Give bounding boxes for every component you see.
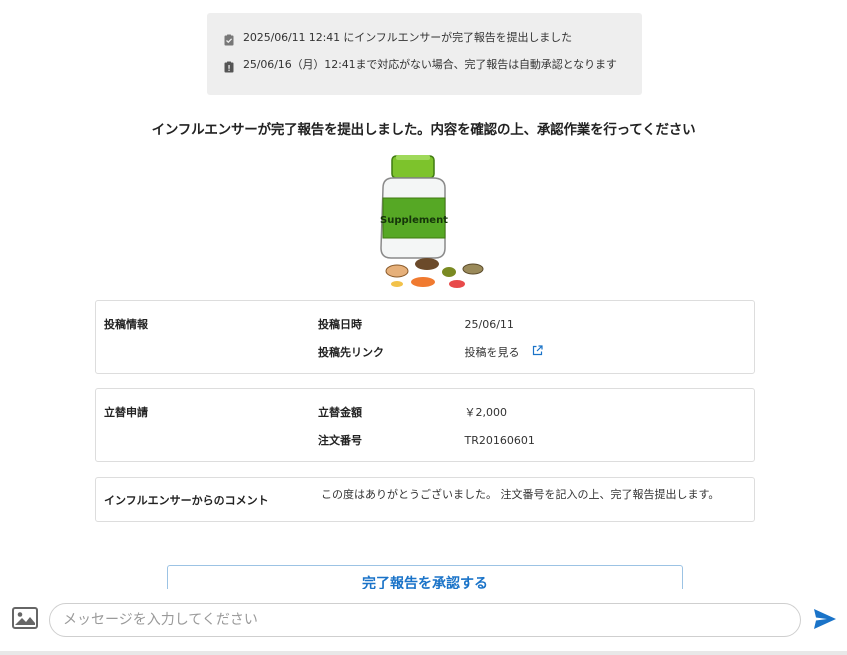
comment-title: インフルエンサーからのコメント <box>104 494 269 507</box>
clipboard-check-icon <box>223 31 235 46</box>
post-date-value: 25/06/11 <box>464 318 514 331</box>
post-date-label: 投稿日時 <box>318 318 362 331</box>
external-link-icon[interactable] <box>532 345 543 356</box>
view-post-link-text[interactable]: 投稿を見る <box>465 346 520 359</box>
send-icon[interactable] <box>813 608 837 630</box>
post-info-title: 投稿情報 <box>104 318 148 331</box>
report-page: 2025/06/11 12:41 にインフルエンサーが完了報告を提出しました 2… <box>0 0 847 655</box>
order-row: 注文番号 TR20160601 <box>318 432 535 447</box>
image-upload-icon[interactable] <box>12 607 38 629</box>
approve-report-button[interactable]: 完了報告を承認する <box>167 565 683 592</box>
status-notice: 2025/06/11 12:41 にインフルエンサーが完了報告を提出しました 2… <box>207 13 642 95</box>
bottom-divider <box>0 651 847 655</box>
comment-text: この度はありがとうございました。 注文番号を記入の上、完了報告提出します。 <box>321 488 720 501</box>
post-link-label: 投稿先リンク <box>318 346 384 359</box>
view-post-link[interactable]: 投稿を見る <box>465 344 544 360</box>
post-info-card: 投稿情報 投稿日時 25/06/11 投稿先リンク 投稿を見る <box>95 300 755 374</box>
deadline-text: 25/06/16（月）12:41まで対応がない場合、完了報告は自動承認となります <box>243 58 617 71</box>
bottle-label: Supplement <box>380 215 448 226</box>
order-value: TR20160601 <box>464 434 535 447</box>
deadline-notice: 25/06/16（月）12:41まで対応がない場合、完了報告は自動承認となります <box>223 57 642 73</box>
amount-value: ￥2,000 <box>464 406 508 419</box>
reimbursement-title: 立替申請 <box>104 406 148 419</box>
post-link-row: 投稿先リンク 投稿を見る <box>318 344 544 360</box>
order-label: 注文番号 <box>318 434 362 447</box>
amount-label: 立替金額 <box>318 406 362 419</box>
message-input[interactable] <box>49 603 801 637</box>
clipboard-alert-icon <box>223 58 235 73</box>
post-date-row: 投稿日時 25/06/11 <box>318 316 514 331</box>
comment-card: インフルエンサーからのコメント この度はありがとうございました。 注文番号を記入… <box>95 477 755 522</box>
message-composer <box>0 589 847 655</box>
submitted-text: 2025/06/11 12:41 にインフルエンサーが完了報告を提出しました <box>243 31 572 44</box>
submitted-notice: 2025/06/11 12:41 にインフルエンサーが完了報告を提出しました <box>223 30 642 46</box>
supplement-illustration: Supplement <box>375 150 495 288</box>
page-headline: インフルエンサーが完了報告を提出しました。内容を確認の上、承認作業を行ってくださ… <box>151 122 696 138</box>
reimbursement-card: 立替申請 立替金額 ￥2,000 注文番号 TR20160601 <box>95 388 755 462</box>
amount-row: 立替金額 ￥2,000 <box>318 404 508 419</box>
